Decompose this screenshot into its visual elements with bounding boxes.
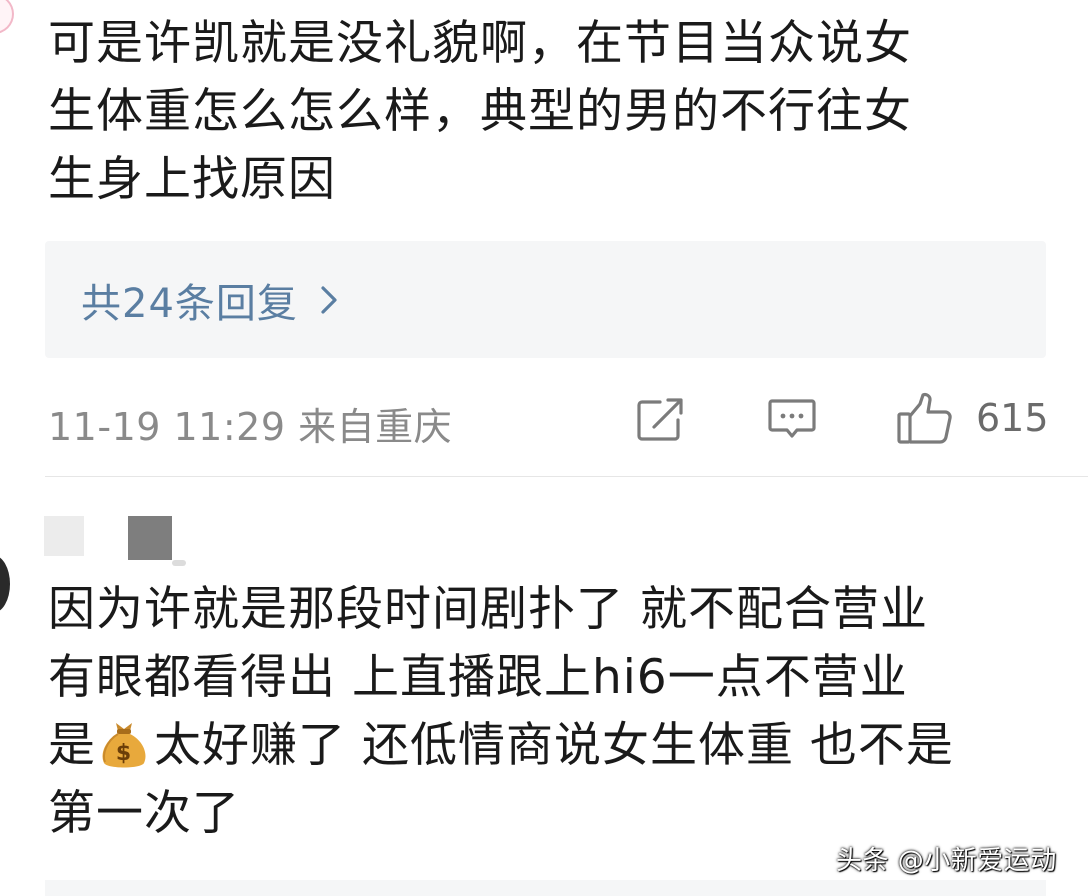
username-redacted	[44, 516, 84, 556]
thumbs-up-icon[interactable]	[896, 392, 954, 446]
chevron-right-icon	[321, 285, 337, 314]
reply-count-label: 共24条回复	[81, 280, 298, 327]
username-redacted	[172, 560, 186, 566]
avatar[interactable]	[0, 0, 14, 34]
money-bag-icon: $	[102, 723, 146, 768]
comment-text-part: 太好赚了 还低情商说女生体重 也不是 第一次了	[48, 718, 954, 841]
avatar[interactable]	[0, 555, 10, 613]
like-count: 615	[976, 396, 1049, 440]
comment-timestamp: 11-19 11:29 来自重庆	[48, 405, 453, 449]
share-icon[interactable]	[634, 396, 686, 444]
divider	[45, 476, 1088, 477]
view-replies-button[interactable]	[45, 880, 1046, 896]
username-redacted	[128, 516, 172, 560]
comment-meta-row: 11-19 11:29 来自重庆 615	[48, 392, 1049, 452]
watermark: 头条 @小新爱运动	[836, 846, 1057, 876]
comment-text: 因为许就是那段时间剧扑了 就不配合营业 有眼都看得出 上直播跟上hi6一点不营业…	[48, 576, 1058, 848]
svg-text:$: $	[116, 741, 132, 766]
view-replies-button[interactable]: 共24条回复	[45, 241, 1046, 358]
comment-text: 可是许凯就是没礼貌啊，在节目当众说女 生体重怎么怎么样，典型的男的不行往女 生身…	[48, 16, 912, 207]
comment-icon[interactable]	[766, 396, 818, 444]
